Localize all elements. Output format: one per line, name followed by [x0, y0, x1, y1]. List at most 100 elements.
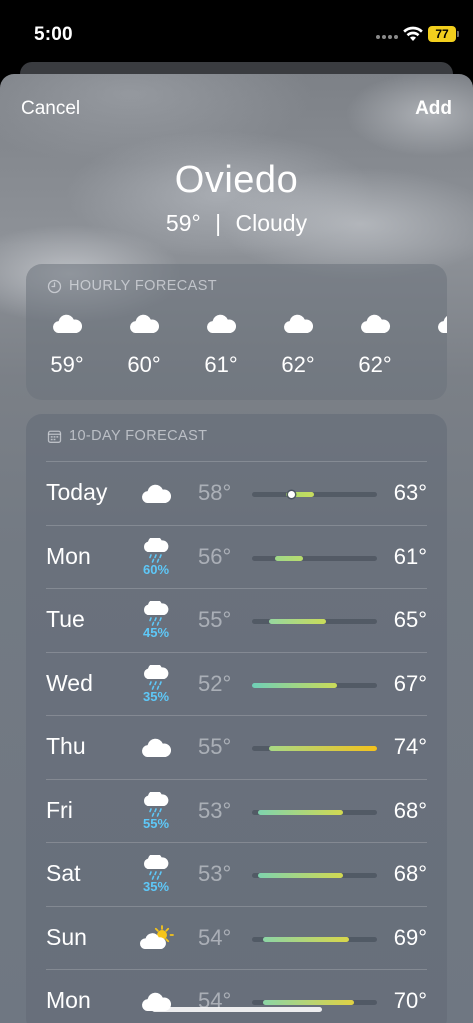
- precip-chance: 45%: [142, 625, 170, 640]
- temp-range-fill: [263, 1000, 355, 1005]
- temp-range-bar: [252, 873, 377, 878]
- cloud-icon: [37, 312, 97, 338]
- signal-icon: [376, 32, 398, 42]
- day-name: Thu: [46, 733, 86, 759]
- hourly-item: 60°: [114, 312, 174, 378]
- temp-range-fill: [252, 682, 338, 688]
- low-temp: 52°: [198, 670, 232, 696]
- temp-range-bar: [252, 619, 377, 624]
- temp-range-fill: [274, 555, 304, 561]
- hourly-header-label: HOURLY FORECAST: [69, 278, 218, 294]
- calendar-icon: [47, 430, 62, 443]
- hourly-temp: 6: [422, 352, 447, 378]
- partly-sunny-icon: [136, 907, 176, 970]
- hourly-forecast-card[interactable]: HOURLY FORECAST 59° 60° 61° 62° 62° 6: [26, 264, 447, 400]
- daily-forecast-card[interactable]: 10-DAY FORECAST Today 58° 63° Mon 60% 56° 61° T…: [26, 414, 447, 1023]
- temp-range-bar: [252, 936, 377, 942]
- low-temp: 55°: [198, 734, 232, 759]
- day-row[interactable]: Today 58° 63°: [46, 461, 427, 524]
- current-temp: 59°: [165, 210, 201, 236]
- hourly-temp: 62°: [358, 352, 392, 377]
- precip-chance: 35%: [142, 688, 170, 704]
- low-temp: 53°: [198, 861, 232, 886]
- day-row[interactable]: Sun 54° 69°: [46, 905, 427, 970]
- day-name: Sun: [46, 923, 87, 950]
- battery-icon: 77: [428, 26, 459, 42]
- day-row[interactable]: Sat 35% 53° 68°: [46, 842, 427, 905]
- low-temp: 53°: [198, 797, 232, 823]
- clock-icon: [47, 279, 62, 293]
- temp-range-fill: [257, 873, 343, 878]
- hourly-temp: 59°: [50, 352, 84, 377]
- high-temp: 61°: [393, 543, 427, 569]
- high-temp: 67°: [393, 670, 427, 696]
- hourly-item: 6: [422, 312, 447, 378]
- wifi-icon: [403, 26, 423, 41]
- temp-range-bar: [252, 491, 377, 498]
- cloud-rain-icon: 35%: [136, 653, 176, 716]
- high-temp: 65°: [393, 607, 427, 632]
- daily-header: 10-DAY FORECAST: [47, 428, 207, 444]
- day-row[interactable]: Fri 55% 53° 68°: [46, 778, 427, 843]
- hourly-item: 61°: [191, 312, 251, 378]
- cloud-rain-icon: 45%: [136, 589, 176, 652]
- day-row[interactable]: Wed 35% 52° 67°: [46, 651, 427, 716]
- daily-header-label: 10-DAY FORECAST: [69, 428, 208, 444]
- temp-range-bar: [252, 1000, 377, 1005]
- precip-chance: 60%: [142, 561, 170, 577]
- day-name: Mon: [46, 542, 91, 569]
- temp-range-bar: [252, 555, 377, 561]
- day-row[interactable]: Thu 55° 74°: [46, 715, 427, 778]
- low-temp: 58°: [198, 480, 232, 505]
- hourly-header: HOURLY FORECAST: [47, 278, 217, 294]
- cloud-rain-icon: 60%: [136, 526, 176, 589]
- add-location-sheet: Cancel Add Oviedo 59° | Cloudy HOURLY FO…: [0, 74, 473, 1023]
- precip-chance: 55%: [142, 815, 170, 831]
- cloud-rain-icon: 35%: [136, 843, 176, 906]
- day-row[interactable]: Tue 45% 55° 65°: [46, 588, 427, 651]
- low-temp: 55°: [198, 607, 232, 632]
- day-name: Tue: [46, 606, 85, 632]
- hourly-item: 62°: [345, 312, 405, 378]
- status-time: 5:00: [34, 24, 73, 45]
- day-name: Wed: [46, 669, 93, 696]
- hourly-temp: 61°: [204, 352, 238, 377]
- day-row[interactable]: Mon 60% 56° 61°: [46, 524, 427, 589]
- precip-chance: 35%: [142, 879, 170, 894]
- cloud-icon: [136, 970, 176, 1023]
- high-temp: 70°: [393, 988, 427, 1013]
- hourly-temp: 60°: [127, 352, 161, 377]
- cloud-icon: [345, 312, 405, 338]
- day-name: Today: [46, 479, 108, 505]
- cloud-rain-icon: 55%: [136, 780, 176, 843]
- temp-range-fill: [269, 619, 326, 624]
- hourly-temp: 62°: [281, 352, 315, 377]
- cloud-icon: [136, 716, 176, 779]
- temp-range-bar: [252, 746, 377, 751]
- high-temp: 74°: [393, 734, 427, 759]
- day-name: Fri: [46, 796, 73, 823]
- day-row[interactable]: Mon 54° 70°: [46, 969, 427, 1023]
- day-name: Mon: [46, 987, 91, 1013]
- home-indicator[interactable]: [152, 1007, 322, 1012]
- low-temp: 56°: [198, 543, 232, 569]
- temp-range-bar: [252, 809, 377, 815]
- low-temp: 54°: [198, 924, 232, 950]
- temp-range-fill: [269, 746, 377, 751]
- cloud-icon: [136, 462, 176, 525]
- cloud-icon: [191, 312, 251, 338]
- cancel-button[interactable]: Cancel: [21, 98, 80, 120]
- cloud-icon: [422, 312, 447, 338]
- high-temp: 68°: [393, 797, 427, 823]
- hourly-item: 59°: [37, 312, 97, 378]
- high-temp: 68°: [393, 861, 427, 886]
- cloud-icon: [114, 312, 174, 338]
- separator: |: [215, 210, 222, 236]
- add-button[interactable]: Add: [415, 98, 452, 120]
- high-temp: 63°: [393, 480, 427, 505]
- condition-text: Cloudy: [235, 210, 308, 236]
- high-temp: 69°: [393, 924, 427, 950]
- current-conditions: 59° | Cloudy: [0, 210, 473, 237]
- cloud-icon: [268, 312, 328, 338]
- temp-range-fill: [257, 809, 343, 815]
